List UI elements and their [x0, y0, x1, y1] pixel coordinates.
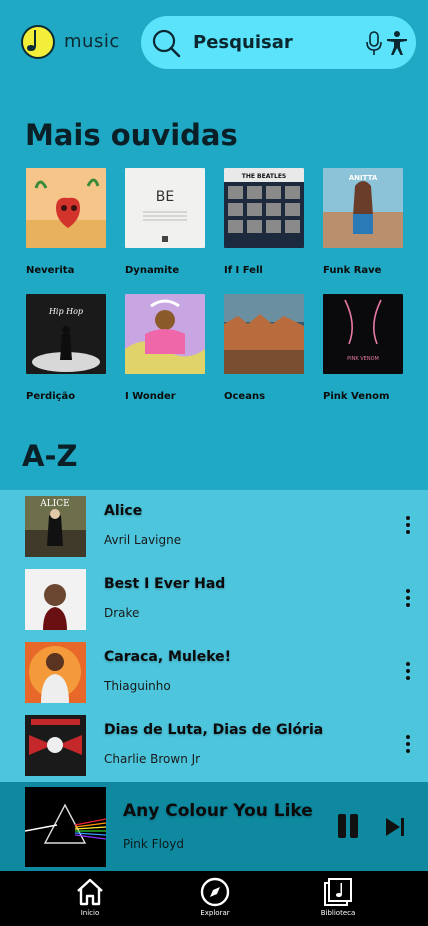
- song-cover: [25, 569, 86, 630]
- album-cover: BE: [125, 168, 205, 248]
- album-title: Dynamite: [125, 265, 180, 276]
- album-cover: PINK VENOM: [323, 294, 403, 374]
- cover-text: ANITTA: [349, 174, 378, 182]
- song-artist: Drake: [104, 606, 140, 620]
- album-title: Oceans: [224, 391, 266, 402]
- album-title: Pink Venom: [323, 391, 390, 402]
- album-card[interactable]: Oceans: [224, 294, 306, 402]
- list-item[interactable]: Dias de Luta, Dias de Glória Charlie Bro…: [0, 709, 428, 782]
- cover-text: PINK VENOM: [347, 356, 379, 362]
- nav-library[interactable]: Biblioteca: [303, 877, 373, 917]
- song-artist: Charlie Brown Jr: [104, 752, 201, 766]
- album-cover: [125, 294, 205, 374]
- list-item[interactable]: ALICE Alice Avril Lavigne: [0, 490, 428, 563]
- album-card[interactable]: PINK VENOM Pink Venom: [323, 294, 405, 402]
- album-title: Neverita: [26, 265, 75, 276]
- song-title: Best I Ever Had: [104, 576, 226, 592]
- album-card[interactable]: ANITTA Funk Rave: [323, 168, 405, 276]
- album-card[interactable]: BE Dynamite: [125, 168, 207, 276]
- album-card[interactable]: Neverita: [26, 168, 108, 276]
- section-title-az: A-Z: [22, 439, 78, 473]
- song-list: ALICE Alice Avril Lavigne Best I Ever Ha…: [0, 490, 428, 782]
- song-cover: [25, 642, 86, 703]
- more-options-icon[interactable]: [400, 589, 416, 609]
- song-title: Alice: [104, 503, 143, 519]
- nav-home-label: Início: [80, 909, 100, 917]
- accessibility-icon[interactable]: [385, 30, 409, 56]
- album-card[interactable]: Hip Hop Perdição: [26, 294, 108, 402]
- search-input[interactable]: Pesquisar: [193, 32, 293, 53]
- list-item[interactable]: Best I Ever Had Drake: [0, 563, 428, 636]
- cover-text: BE: [156, 189, 174, 205]
- pause-icon[interactable]: [338, 814, 362, 838]
- nav-home[interactable]: Início: [55, 877, 125, 917]
- section-title-most-played: Mais ouvidas: [25, 118, 238, 152]
- album-title: I Wonder: [125, 391, 176, 402]
- more-options-icon[interactable]: [400, 735, 416, 755]
- cover-text: THE BEATLES: [242, 173, 287, 180]
- cover-text: Hip Hop: [48, 307, 83, 316]
- more-options-icon[interactable]: [400, 662, 416, 682]
- album-cover: [26, 168, 106, 248]
- header: music Pesquisar: [0, 0, 428, 88]
- album-title: If I Fell: [224, 265, 263, 276]
- now-playing-title: Any Colour You Like: [123, 801, 313, 821]
- now-playing-bar[interactable]: Any Colour You Like Pink Floyd: [0, 782, 428, 871]
- song-artist: Avril Lavigne: [104, 533, 182, 547]
- song-artist: Thiaguinho: [104, 679, 171, 693]
- album-title: Perdição: [26, 391, 76, 402]
- now-playing-artist: Pink Floyd: [123, 837, 184, 851]
- now-playing-cover: [25, 787, 106, 867]
- library-icon: [324, 878, 352, 906]
- search-bar[interactable]: Pesquisar: [141, 16, 416, 69]
- song-cover: ALICE: [25, 496, 86, 557]
- song-title: Caraca, Muleke!: [104, 649, 232, 665]
- bottom-nav: Início Explorar Biblioteca: [0, 871, 428, 926]
- microphone-icon[interactable]: [365, 30, 383, 56]
- album-cover: [224, 294, 304, 374]
- album-card[interactable]: I Wonder: [125, 294, 207, 402]
- song-title: Dias de Luta, Dias de Glória: [104, 722, 324, 738]
- album-card[interactable]: THE BEATLES If I Fell: [224, 168, 306, 276]
- song-cover: [25, 715, 86, 776]
- nav-library-label: Biblioteca: [320, 909, 356, 917]
- nav-explore[interactable]: Explorar: [180, 877, 250, 917]
- logo-icon: [21, 25, 55, 59]
- album-title: Funk Rave: [323, 265, 382, 276]
- compass-icon: [200, 877, 230, 907]
- search-icon[interactable]: [151, 28, 181, 58]
- list-item[interactable]: Caraca, Muleke! Thiaguinho: [0, 636, 428, 709]
- album-cover: ANITTA: [323, 168, 403, 248]
- album-cover: Hip Hop: [26, 294, 106, 374]
- nav-explore-label: Explorar: [200, 909, 230, 917]
- skip-next-icon[interactable]: [384, 816, 406, 838]
- home-icon: [77, 878, 103, 906]
- cover-text: ALICE: [39, 499, 70, 509]
- app-name: music: [64, 31, 120, 52]
- album-cover: THE BEATLES: [224, 168, 304, 248]
- more-options-icon[interactable]: [400, 516, 416, 536]
